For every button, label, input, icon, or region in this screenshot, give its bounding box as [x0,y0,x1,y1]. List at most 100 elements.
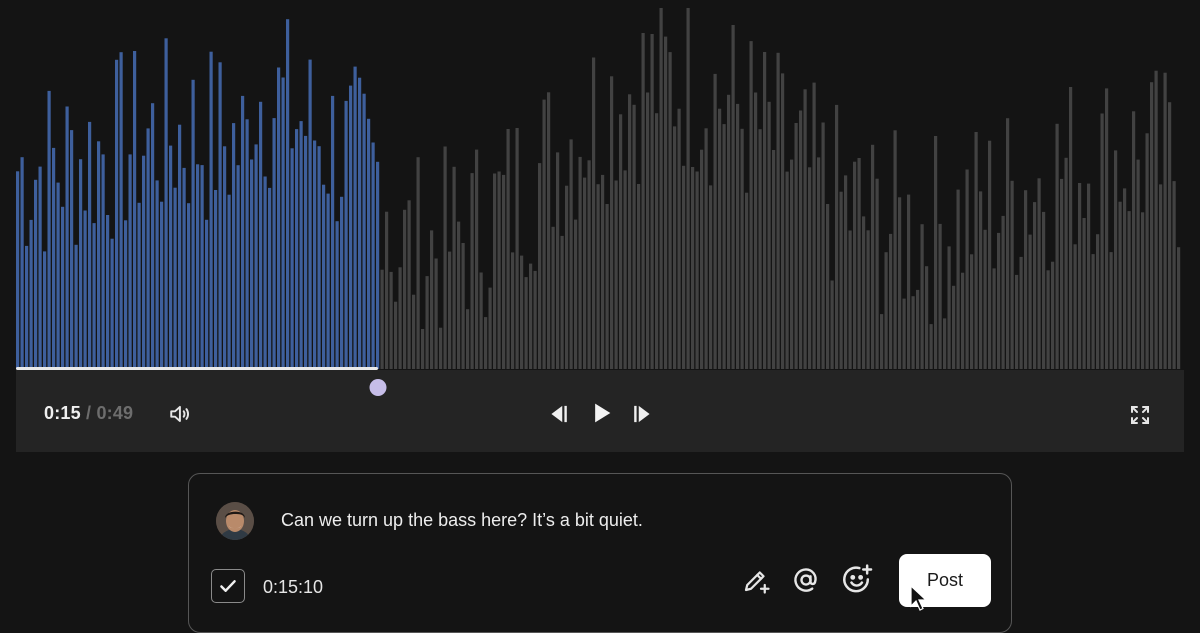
waveform-bar [281,77,285,369]
waveform-bar [133,51,137,369]
waveform-bar [673,126,677,369]
waveform-bar [268,187,272,369]
waveform-bar [1132,111,1136,369]
skip-back-button[interactable] [546,401,572,427]
emoji-button[interactable] [841,563,875,597]
waveform-bar [380,269,384,369]
waveform-bar [34,179,38,369]
waveform-bar [889,233,893,369]
pencil-plus-icon [744,571,770,594]
waveform-bar [79,159,83,369]
waveform-bar [925,266,929,369]
waveform-bar [1163,72,1167,369]
waveform-bar [110,238,114,369]
waveform-bar [884,252,888,369]
waveform-bar [650,34,654,369]
waveform-bar [997,232,1001,369]
waveform-bar [205,219,209,369]
waveform-bar [880,314,884,369]
waveform-bar [1172,181,1176,369]
waveform-bar [326,193,330,369]
waveform-bar [853,161,857,369]
play-icon [595,403,611,423]
waveform-bar [839,191,843,369]
waveform-bar [911,296,915,369]
waveform-bar [745,192,749,369]
volume-button[interactable] [168,401,194,427]
waveform-bar [916,289,920,369]
waveform-bar [425,276,429,369]
time-readout: 0:15 / 0:49 [44,403,133,424]
waveform-bar [529,263,533,369]
waveform-bar [569,139,573,369]
waveform-bar [794,123,798,369]
waveform-bar [1055,123,1059,369]
waveform-bar [1064,157,1068,369]
waveform-bar [817,157,821,369]
waveform-bar [542,99,546,369]
waveform-bar [547,92,551,369]
waveform-bar [1069,87,1073,369]
waveform-bar [47,90,51,369]
video-review-stage: 0:15 / 0:49 Can we turn up the bass here… [0,0,1200,633]
waveform-bar [353,66,357,369]
waveform-bar [295,129,299,369]
waveform-bar [236,165,240,369]
waveform-bar [902,298,906,369]
waveform-bar [533,270,537,369]
waveform-bar [25,245,29,369]
playhead-scrubber[interactable] [369,379,387,396]
waveform-bar [299,121,303,369]
waveform-bar [524,277,528,369]
at-sign-icon [794,568,817,592]
waveform-bar [412,294,416,369]
waveform-bar [767,101,771,369]
waveform-bar [164,38,168,369]
audio-waveform[interactable] [16,6,1184,369]
waveform-bar [367,118,371,369]
waveform-bar [241,95,245,369]
waveform-bar [1006,118,1010,369]
waveform-bar [677,108,681,369]
waveform-bar [875,178,879,369]
waveform-bar [223,146,227,369]
annotate-button[interactable] [741,565,771,595]
skip-forward-button[interactable] [629,401,655,427]
waveform-bar [439,327,443,369]
mention-button[interactable] [791,565,821,595]
waveform-bar [1073,244,1077,369]
waveform-bar [43,251,47,369]
waveform-bar [1141,212,1145,369]
play-button[interactable] [587,399,615,427]
skip-back-icon [551,405,567,423]
waveform-bar [1046,270,1050,369]
waveform-bar [893,130,897,369]
waveform-bar [227,194,231,369]
waveform-bar [479,272,483,369]
fullscreen-button[interactable] [1128,403,1152,427]
waveform-bar [403,209,407,369]
waveform-bar [137,202,141,369]
waveform-bar [1024,190,1028,369]
waveform-bar [200,165,204,369]
waveform-bar [965,169,969,369]
waveform-bar [101,154,105,369]
waveform-bar [713,73,717,369]
waveform-bar [160,201,164,369]
waveform-bar [92,223,96,369]
waveform-bar [182,167,186,369]
waveform-bar [821,122,825,369]
waveform-bar [898,197,902,369]
waveform-bar [587,160,591,369]
comment-timestamp[interactable]: 0:15:10 [263,577,323,598]
resolve-checkbox[interactable] [211,569,245,603]
waveform-bar [866,230,870,369]
comment-text[interactable]: Can we turn up the bass here? It’s a bit… [281,510,643,531]
waveform-bar [416,157,420,369]
waveform-bar [308,59,312,369]
waveform-bar [511,252,515,369]
waveform-bar [830,280,834,369]
post-button[interactable]: Post [899,554,991,607]
waveform-bar [488,287,492,369]
waveform-bar [1051,261,1055,369]
